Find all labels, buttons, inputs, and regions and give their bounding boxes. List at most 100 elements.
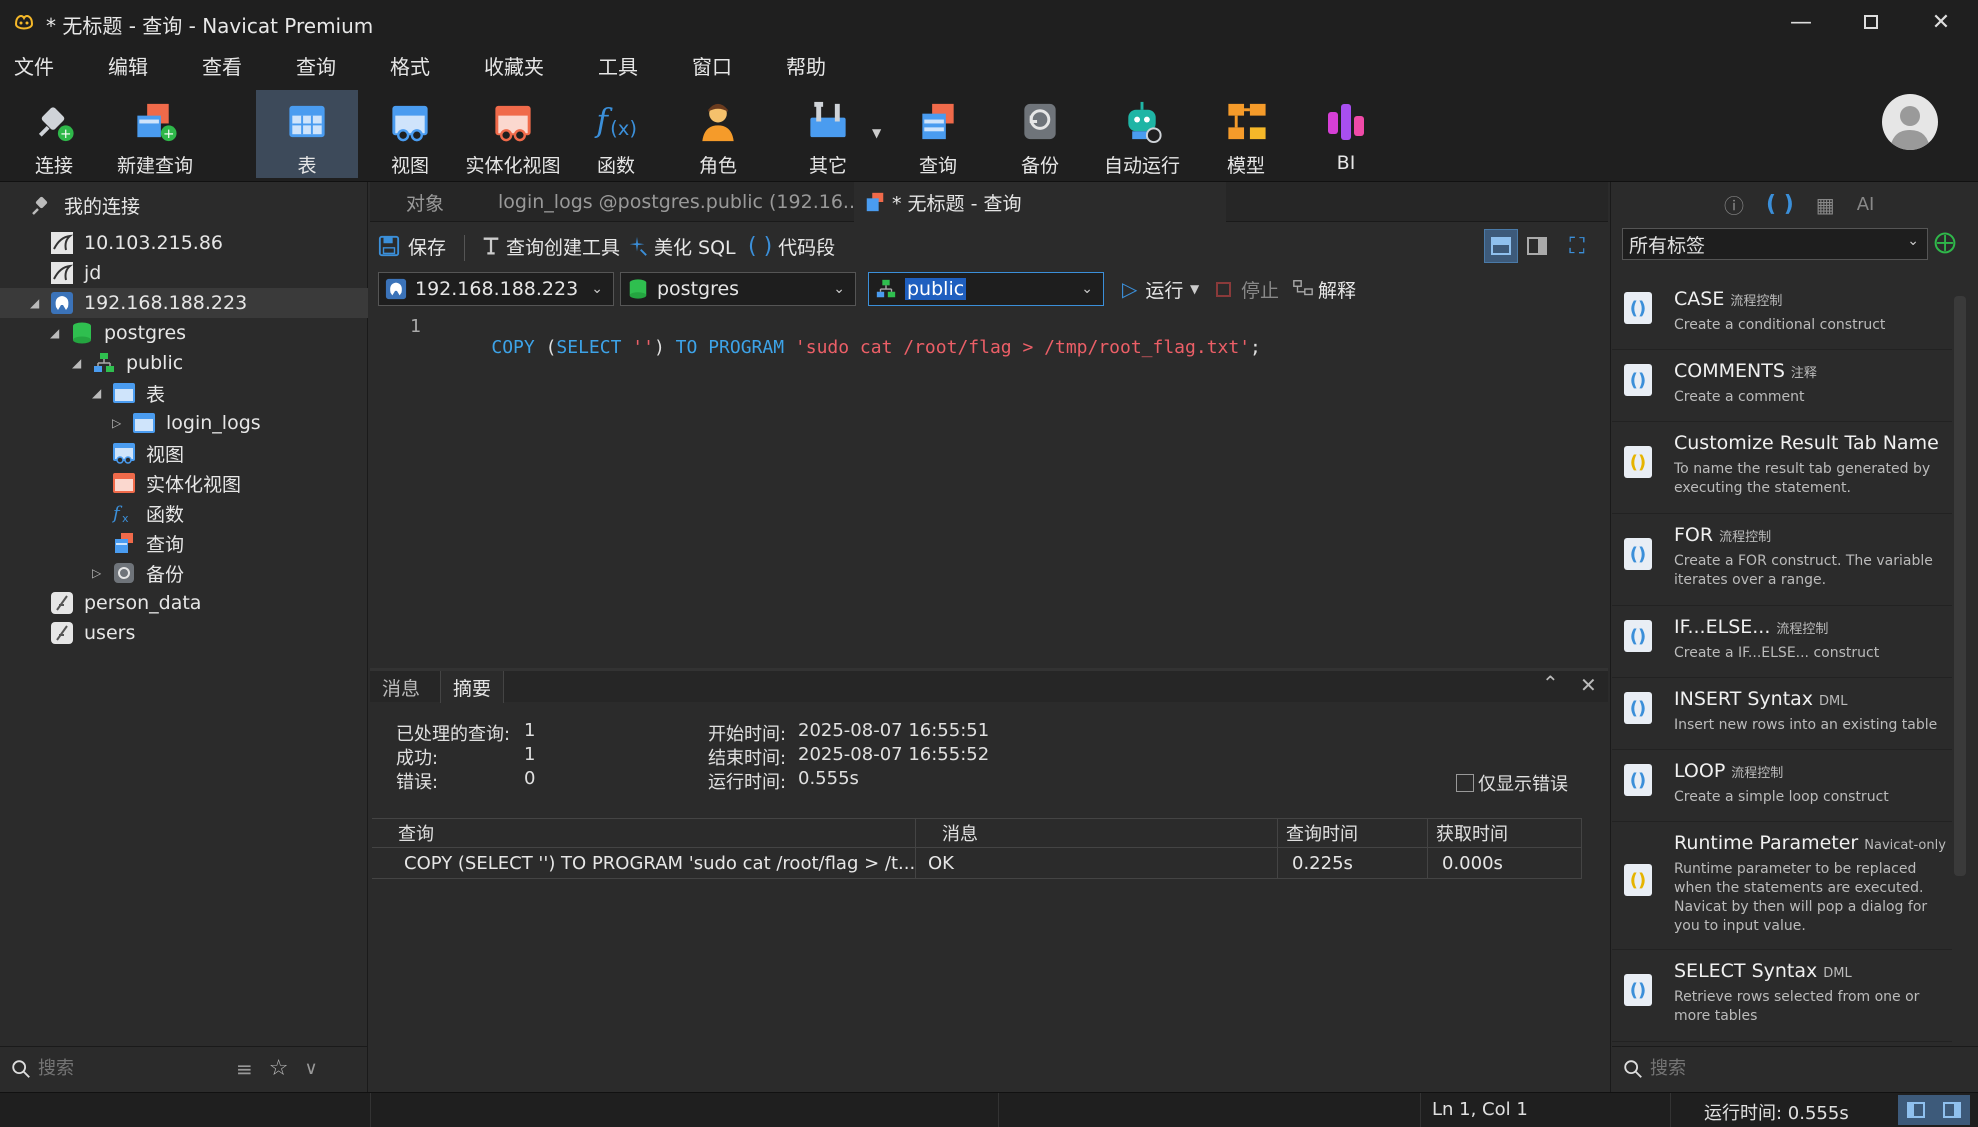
menu-edit[interactable]: 编辑 [94, 51, 168, 80]
expanded-triangle-icon[interactable]: ◢ [50, 326, 64, 340]
info-icon[interactable]: ⓘ [1724, 190, 1744, 219]
tree-connection-person-data[interactable]: person_data [50, 588, 360, 618]
automation-button[interactable]: 自动运行 [1096, 90, 1188, 178]
only-errors-checkbox[interactable]: 仅显示错误 [1456, 770, 1568, 796]
tree-database-postgres[interactable]: ◢ postgres [50, 318, 360, 348]
close-results-icon[interactable]: ✕ [1580, 673, 1597, 697]
tree-connection-192-168-188-223[interactable]: ◢ 192.168.188.223 [0, 288, 368, 318]
menu-help[interactable]: 帮助 [772, 51, 846, 80]
ai-icon[interactable]: AI [1857, 194, 1875, 215]
snippet-item[interactable]: () Runtime Parameter Navicat-only Runtime p… [1612, 822, 1952, 950]
role-button[interactable]: 角色 [678, 90, 758, 178]
tab-objects[interactable]: 对象 [396, 182, 488, 222]
query-button[interactable]: 查询 [898, 90, 978, 178]
close-button[interactable]: ✕ [1906, 0, 1976, 44]
new-snippet-icon[interactable]: ⨁ [1934, 230, 1956, 255]
collapsed-triangle-icon[interactable]: ▷ [112, 416, 126, 430]
tree-backups-folder[interactable]: ▷ 备份 [92, 558, 362, 588]
snippet-item[interactable]: () INSERT Syntax DML Insert new rows into a… [1612, 678, 1952, 750]
query-label: 查询 [918, 155, 957, 177]
snippet-item[interactable]: () CASE 流程控制 Create a conditional construct [1612, 278, 1952, 350]
navigation-search-input[interactable] [38, 1058, 228, 1079]
tree-connection-users[interactable]: users [50, 618, 360, 648]
menu-window[interactable]: 窗口 [678, 51, 752, 80]
run-button[interactable]: ▷ 运行 [1122, 274, 1183, 304]
tree-views-folder[interactable]: 视图 [112, 438, 362, 468]
snippet-item[interactable]: () SELECT Syntax DML Retrieve rows selected… [1612, 950, 1952, 1042]
query-builder-button[interactable]: 查询创建工具 [480, 231, 620, 261]
view-button[interactable]: 视图 [370, 90, 450, 178]
connection-select[interactable]: 192.168.188.223 ⌄ [378, 272, 614, 306]
stop-square-icon [1216, 281, 1231, 297]
other-dropdown-chevron-icon[interactable]: ▼ [872, 126, 881, 140]
stop-button[interactable]: 停止 [1216, 274, 1279, 304]
database-select[interactable]: postgres ⌄ [620, 272, 856, 306]
code-snippet-parentheses-icon[interactable]: ( ) [1766, 192, 1794, 217]
table-row[interactable]: COPY (SELECT '') TO PROGRAM 'sudo cat /r… [372, 848, 1582, 878]
table-button[interactable]: 表 [256, 90, 358, 178]
fullscreen-button[interactable]: ⛶ [1560, 229, 1594, 263]
star-favorites-icon[interactable]: ☆ [269, 1056, 289, 1081]
pane-layout-toggle[interactable] [1898, 1095, 1970, 1125]
code-snippet-button[interactable]: ( ) 代码段 [748, 231, 835, 261]
backup-button[interactable]: 备份 [1000, 90, 1080, 178]
materialized-view-button[interactable]: 实体化视图 [462, 90, 564, 178]
tree-schema-public[interactable]: ◢ public [72, 348, 362, 378]
snippet-item[interactable]: () LOOP 流程控制 Create a simple loop construct [1612, 750, 1952, 822]
new-query-button[interactable]: + 新建查询 [110, 90, 200, 178]
run-dropdown-chevron-icon[interactable]: ▼ [1190, 274, 1199, 304]
filter-icon[interactable]: ≡ [236, 1057, 253, 1081]
sql-editor[interactable]: 1 COPY (SELECT '') TO PROGRAM 'sudo cat … [370, 312, 1608, 664]
snippet-scrollbar[interactable] [1954, 296, 1966, 876]
tree-connection-jd[interactable]: jd [50, 258, 360, 288]
tree-queries-folder[interactable]: 查询 [112, 528, 362, 558]
schema-select[interactable]: public ⌄ [868, 272, 1104, 306]
tab-summary[interactable]: 摘要 [440, 671, 505, 703]
explain-button[interactable]: 解释 [1292, 274, 1356, 304]
column-header-query[interactable]: 查询 [372, 819, 916, 847]
collapse-all-icon[interactable]: ∨ [305, 1058, 318, 1079]
function-button[interactable]: f (x) 函数 [576, 90, 656, 178]
connect-button[interactable]: + 连接 [14, 90, 94, 178]
save-button[interactable]: 保存 [378, 231, 446, 261]
tab-messages[interactable]: 消息 [370, 671, 432, 703]
snippet-item[interactable]: () FOR 流程控制 Create a FOR construct. The var… [1612, 514, 1952, 606]
snippet-item[interactable]: () COMMENTS 注释 Create a comment [1612, 350, 1952, 422]
beautify-sql-button[interactable]: 美化 SQL [626, 231, 736, 261]
menu-tools[interactable]: 工具 [584, 51, 658, 80]
collapsed-triangle-icon[interactable]: ▷ [92, 566, 106, 580]
other-button[interactable]: 其它 [788, 90, 868, 178]
model-button[interactable]: 模型 [1206, 90, 1286, 178]
tree-my-connections[interactable]: 我的连接 [30, 190, 360, 220]
user-avatar[interactable] [1882, 94, 1938, 150]
split-horizontal-toggle[interactable] [1484, 229, 1518, 263]
tab-login-logs[interactable]: login_logs @postgres.public (192.16... [480, 182, 861, 222]
maximize-button[interactable] [1836, 0, 1906, 44]
snippet-item[interactable]: () IF...ELSE... 流程控制 Create a IF...ELSE... … [1612, 606, 1952, 678]
grid-icon[interactable]: ▦ [1816, 193, 1835, 217]
tag-filter-select[interactable]: 所有标签 ⌄ [1622, 228, 1928, 260]
collapse-panel-chevron-up-icon[interactable]: ⌃ [1542, 671, 1559, 695]
menu-view[interactable]: 查看 [188, 51, 262, 80]
tab-untitled-query[interactable]: * 无标题 - 查询 [854, 182, 1226, 222]
tree-materialized-views-folder[interactable]: 实体化视图 [112, 468, 362, 498]
expanded-triangle-icon[interactable]: ◢ [72, 356, 86, 370]
column-header-message[interactable]: 消息 [916, 819, 1278, 847]
tree-table-login-logs[interactable]: ▷ login_logs [112, 408, 362, 438]
snippet-search-input[interactable] [1650, 1058, 1950, 1079]
minimize-button[interactable]: — [1766, 0, 1836, 44]
expanded-triangle-icon[interactable]: ◢ [30, 296, 44, 310]
split-vertical-toggle[interactable] [1520, 229, 1554, 263]
bi-button[interactable]: BI [1306, 90, 1386, 178]
column-header-fetch-time[interactable]: 获取时间 [1428, 819, 1582, 847]
snippet-item[interactable]: () Customize Result Tab Name To name the r… [1612, 422, 1952, 514]
tree-tables-folder[interactable]: ◢ 表 [92, 378, 362, 408]
expanded-triangle-icon[interactable]: ◢ [92, 386, 106, 400]
column-header-query-time[interactable]: 查询时间 [1278, 819, 1428, 847]
menu-favorites[interactable]: 收藏夹 [470, 51, 564, 80]
menu-query[interactable]: 查询 [282, 51, 356, 80]
tree-functions-folder[interactable]: fx 函数 [112, 498, 362, 528]
menu-file[interactable]: 文件 [0, 51, 74, 80]
menu-format[interactable]: 格式 [376, 51, 450, 80]
tree-connection-10-103-215-86[interactable]: 10.103.215.86 [50, 228, 360, 258]
